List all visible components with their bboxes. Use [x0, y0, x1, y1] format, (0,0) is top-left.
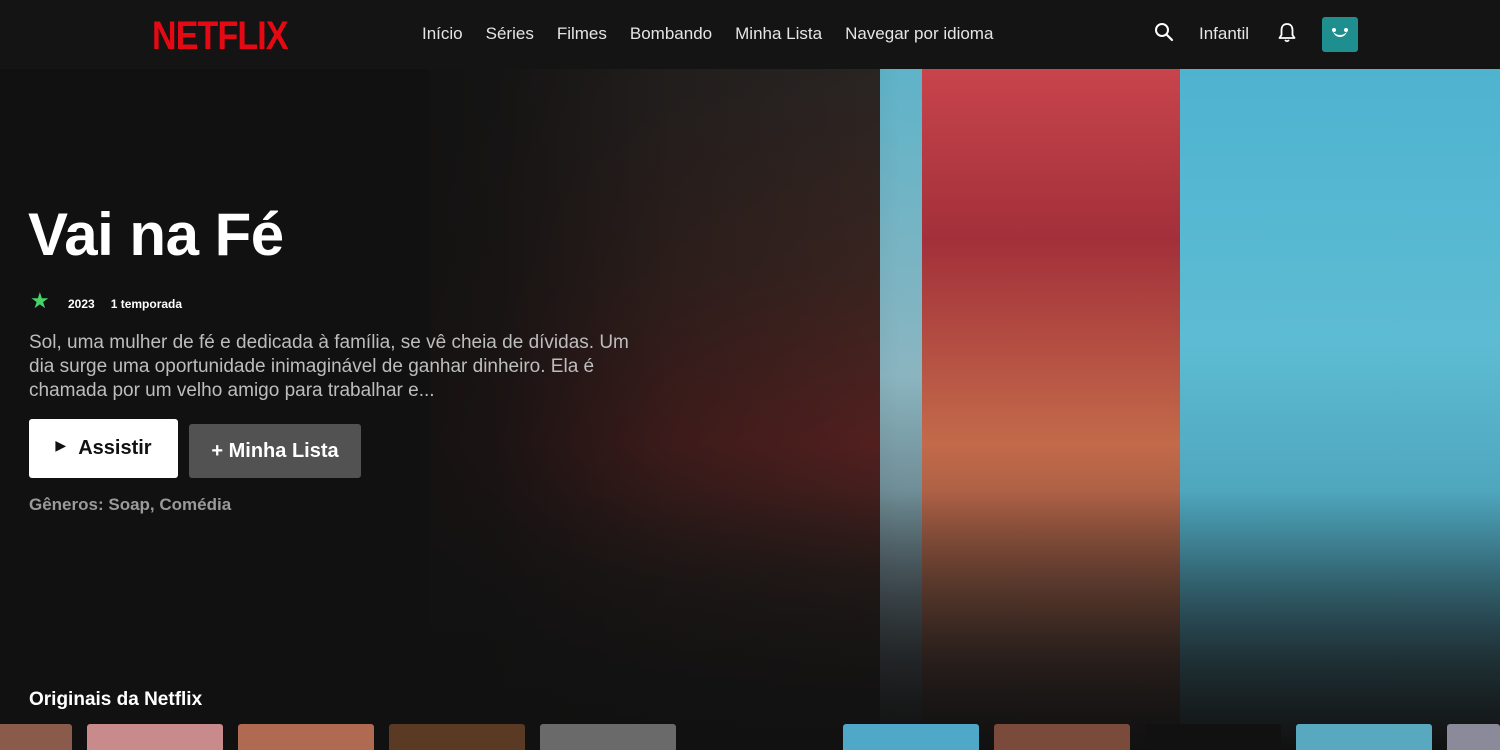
- nav-item-series[interactable]: Séries: [486, 24, 534, 44]
- hero-genres: Gêneros: Soap, Comédia: [29, 495, 232, 514]
- hero-meta: ★ 2023 1 temporada: [30, 290, 182, 312]
- title-card[interactable]: [1447, 724, 1500, 750]
- nav-item-navegar-por-idioma[interactable]: Navegar por idioma: [845, 24, 993, 44]
- title-card[interactable]: [1296, 724, 1432, 750]
- title-card[interactable]: [87, 724, 223, 750]
- hero-title: Vai na Fé: [28, 201, 284, 268]
- play-icon: ▶: [55, 437, 67, 453]
- release-year: 2023: [68, 297, 95, 311]
- title-card[interactable]: [238, 724, 374, 750]
- play-button[interactable]: ▶ Assistir: [29, 419, 178, 478]
- title-card[interactable]: [389, 724, 525, 750]
- profile-avatar[interactable]: [1322, 17, 1358, 52]
- play-button-label: Assistir: [78, 437, 152, 459]
- title-card[interactable]: [994, 724, 1130, 750]
- nav-item-filmes[interactable]: Filmes: [557, 24, 607, 44]
- title-card[interactable]: [1145, 724, 1281, 750]
- title-card[interactable]: [540, 724, 676, 750]
- search-icon[interactable]: [1154, 22, 1174, 42]
- title-card[interactable]: [843, 724, 979, 750]
- avatar-smile: [1333, 30, 1347, 37]
- top-navigation-bar: NETFLIX Início Séries Filmes Bombando Mi…: [0, 0, 1500, 69]
- netflix-logo[interactable]: NETFLIX: [152, 14, 289, 59]
- nav-item-inicio[interactable]: Início: [422, 24, 463, 44]
- hero-banner: [0, 69, 1500, 750]
- row-title: Originais da Netflix: [29, 689, 203, 710]
- hero-synopsis: Sol, uma mulher de fé e dedicada à famíl…: [29, 332, 629, 401]
- main-nav: Início Séries Filmes Bombando Minha List…: [422, 24, 993, 44]
- nav-item-minha-lista[interactable]: Minha Lista: [735, 24, 822, 44]
- add-to-list-button[interactable]: + Minha Lista: [189, 424, 361, 478]
- star-icon: ★: [30, 288, 50, 313]
- season-count: 1 temporada: [110, 297, 183, 311]
- kids-link[interactable]: Infantil: [1199, 24, 1249, 44]
- hero-gradient-bottom: [0, 490, 1500, 750]
- title-card[interactable]: [0, 724, 72, 750]
- bell-icon[interactable]: [1277, 22, 1297, 44]
- nav-item-bombando[interactable]: Bombando: [630, 24, 712, 44]
